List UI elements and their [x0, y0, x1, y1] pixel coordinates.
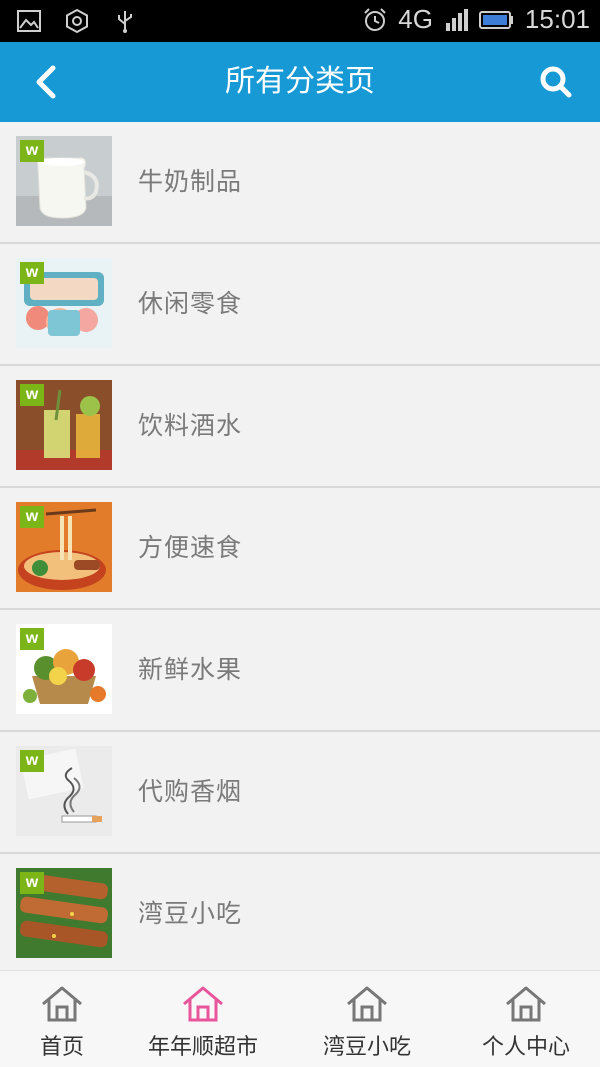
app-header: 所有分类页 — [0, 42, 600, 122]
category-badge: w — [20, 384, 44, 406]
category-label: 牛奶制品 — [138, 167, 243, 196]
nav-item-home[interactable]: 首页 — [0, 971, 124, 1067]
category-item-milk[interactable]: w 牛奶制品 — [0, 122, 600, 244]
fruit-basket-image: w — [16, 624, 112, 714]
battery-icon — [478, 10, 513, 29]
nav-item-profile[interactable]: 个人中心 — [452, 971, 600, 1067]
search-button[interactable] — [534, 60, 578, 104]
settings-target-icon — [66, 8, 88, 34]
search-icon — [540, 66, 572, 98]
nav-label: 首页 — [39, 1035, 84, 1060]
network-type: 4G — [398, 4, 433, 34]
image-icon — [17, 10, 41, 32]
bottom-nav: 首页 年年顺超市 湾豆小吃 个人中心 — [0, 970, 600, 1067]
category-badge: w — [20, 872, 44, 894]
nav-item-supermarket[interactable]: 年年顺超市 — [124, 971, 282, 1067]
alarm-icon — [364, 7, 386, 31]
category-label: 代购香烟 — [138, 777, 243, 806]
cigarette-image: w — [16, 746, 112, 836]
home-icon — [347, 986, 387, 1022]
category-item-drinks[interactable]: w 饮料酒水 — [0, 366, 600, 488]
milk-image: w — [16, 136, 112, 226]
snacks-image: w — [16, 258, 112, 348]
usb-icon — [118, 11, 132, 33]
category-label: 休闲零食 — [138, 289, 243, 318]
nav-label: 湾豆小吃 — [322, 1035, 411, 1060]
category-item-cigarettes[interactable]: w 代购香烟 — [0, 732, 600, 854]
nav-label: 年年顺超市 — [147, 1035, 258, 1060]
category-list: w 牛奶制品 w 休闲零食 w 饮料酒水 w 方便速食 w 新鲜水果 w 代购香… — [0, 122, 600, 970]
category-label: 方便速食 — [138, 533, 243, 562]
category-badge: w — [20, 262, 44, 284]
nav-item-wandou-snacks[interactable]: 湾豆小吃 — [282, 971, 452, 1067]
category-badge: w — [20, 506, 44, 528]
status-bar: 4G 15:01 — [0, 0, 600, 42]
noodles-image: w — [16, 502, 112, 592]
category-item-snacks[interactable]: w 休闲零食 — [0, 244, 600, 366]
category-badge: w — [20, 628, 44, 650]
home-icon — [506, 986, 546, 1022]
category-badge: w — [20, 750, 44, 772]
kebab-image: w — [16, 868, 112, 958]
drinks-image: w — [16, 380, 112, 470]
category-item-instant-food[interactable]: w 方便速食 — [0, 488, 600, 610]
signal-icon — [445, 8, 468, 31]
category-item-wandou-snacks[interactable]: w 湾豆小吃 — [0, 854, 600, 970]
category-label: 饮料酒水 — [138, 411, 243, 440]
category-item-fruit[interactable]: w 新鲜水果 — [0, 610, 600, 732]
nav-label: 个人中心 — [481, 1035, 570, 1060]
page-title: 所有分类页 — [225, 64, 375, 99]
category-label: 新鲜水果 — [138, 655, 243, 684]
home-icon — [183, 986, 223, 1022]
clock: 15:01 — [524, 4, 590, 34]
category-badge: w — [20, 140, 44, 162]
home-icon — [42, 986, 82, 1022]
category-label: 湾豆小吃 — [138, 899, 243, 928]
